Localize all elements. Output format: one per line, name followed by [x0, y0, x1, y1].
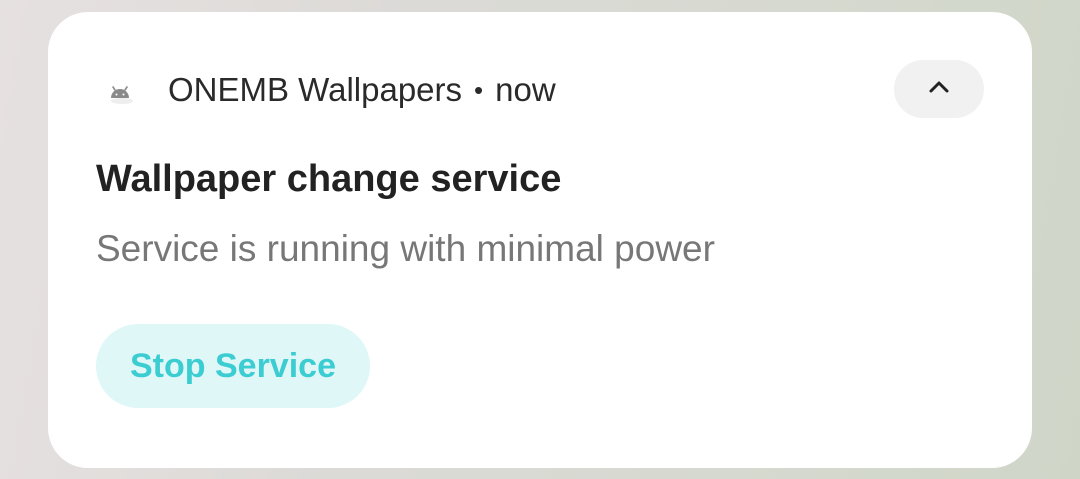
notification-header: ONEMB Wallpapers • now [168, 70, 556, 110]
notification-time: now [495, 71, 556, 108]
app-name: ONEMB Wallpapers [168, 71, 463, 108]
stop-service-button[interactable]: Stop Service [96, 324, 370, 408]
notification-card[interactable]: ONEMB Wallpapers • now Wallpaper change … [48, 12, 1032, 468]
notification-body: Service is running with minimal power [96, 228, 715, 269]
chevron-up-icon [927, 79, 951, 100]
collapse-button[interactable] [894, 60, 984, 118]
header-separator: • [474, 74, 484, 105]
android-icon [104, 78, 136, 110]
notification-title: Wallpaper change service [96, 158, 562, 200]
